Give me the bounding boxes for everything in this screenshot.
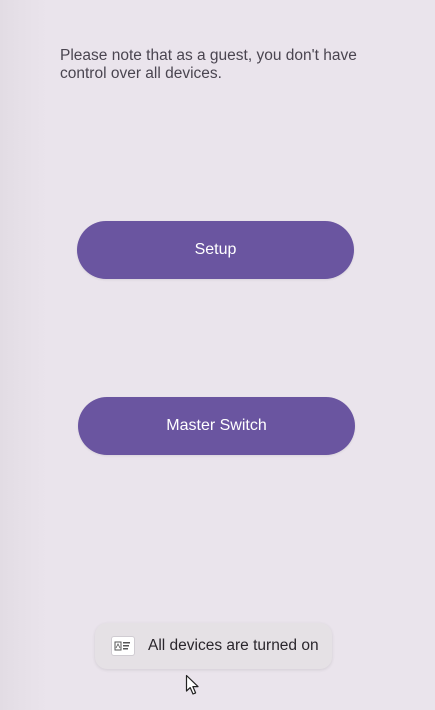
guest-note: Please note that as a guest, you don't h… xyxy=(60,47,357,82)
left-edge-shadow xyxy=(0,0,48,710)
master-switch-button[interactable]: Master Switch xyxy=(78,397,355,455)
setup-button[interactable]: Setup xyxy=(77,221,354,279)
mouse-cursor-icon xyxy=(185,674,199,695)
toast-message: All devices are turned on xyxy=(148,637,319,654)
app-icon xyxy=(111,636,135,656)
toast-notification: All devices are turned on xyxy=(95,623,332,669)
